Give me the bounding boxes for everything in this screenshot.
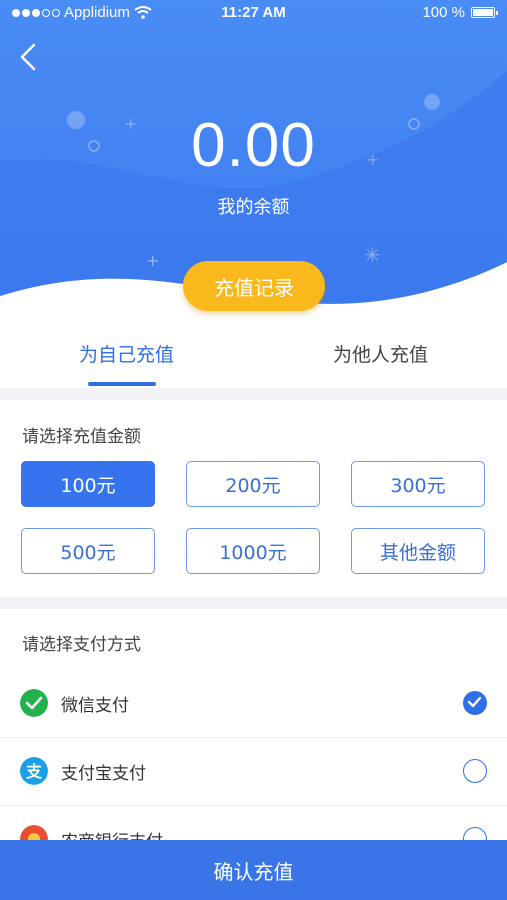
battery-percent: 100 % bbox=[422, 4, 465, 21]
balance-header: + + + ✳ Applidium 11:27 AM 100 % 0.00 我的… bbox=[0, 0, 507, 330]
amount-option-200[interactable]: 200元 bbox=[186, 461, 320, 507]
amount-option-other[interactable]: 其他金额 bbox=[351, 528, 485, 574]
amount-option-300[interactable]: 300元 bbox=[351, 461, 485, 507]
section-divider bbox=[0, 388, 507, 400]
wechat-pay-icon bbox=[20, 689, 48, 717]
balance-amount: 0.00 bbox=[191, 111, 316, 180]
tab-others-recharge[interactable]: 为他人充值 bbox=[254, 340, 507, 367]
back-arrow-icon[interactable] bbox=[16, 42, 42, 72]
battery-icon bbox=[471, 7, 498, 18]
svg-text:+: + bbox=[146, 251, 159, 270]
radio-checked[interactable] bbox=[463, 691, 487, 715]
checkmark-icon bbox=[467, 696, 482, 708]
active-tab-indicator bbox=[88, 382, 156, 386]
svg-text:✳: ✳ bbox=[364, 243, 381, 267]
battery-info: 100 % bbox=[422, 4, 498, 21]
amount-section-title: 请选择充值金额 bbox=[22, 427, 141, 447]
tab-self-recharge[interactable]: 为自己充值 bbox=[0, 340, 253, 367]
confirm-recharge-button[interactable]: 确认充值 bbox=[0, 840, 507, 900]
section-divider bbox=[0, 597, 507, 609]
amount-option-1000[interactable]: 1000元 bbox=[186, 528, 320, 574]
svg-text:支: 支 bbox=[25, 762, 43, 781]
payment-section-title: 请选择支付方式 bbox=[22, 635, 141, 655]
payment-method-alipay[interactable]: 支 支付宝支付 bbox=[0, 738, 507, 806]
amount-option-100[interactable]: 100元 bbox=[21, 461, 155, 507]
alipay-icon: 支 bbox=[20, 757, 48, 785]
payment-label: 支付宝支付 bbox=[61, 764, 146, 784]
recharge-record-button[interactable]: 充值记录 bbox=[183, 261, 325, 311]
balance-label: 我的余额 bbox=[217, 197, 290, 218]
amount-option-500[interactable]: 500元 bbox=[21, 528, 155, 574]
recharge-tabs: 为自己充值 为他人充值 bbox=[0, 330, 507, 386]
radio-unchecked[interactable] bbox=[463, 759, 487, 783]
payment-method-wechat[interactable]: 微信支付 bbox=[0, 670, 507, 738]
status-bar: Applidium 11:27 AM 100 % bbox=[0, 0, 507, 26]
payment-label: 微信支付 bbox=[61, 696, 129, 716]
